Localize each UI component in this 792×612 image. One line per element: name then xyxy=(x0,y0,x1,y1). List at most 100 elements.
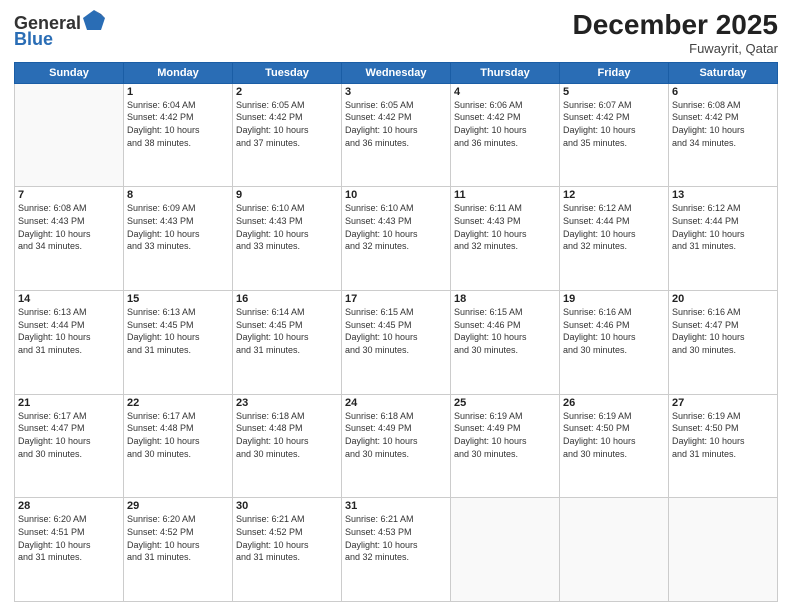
calendar-week-row: 1Sunrise: 6:04 AM Sunset: 4:42 PM Daylig… xyxy=(15,83,778,187)
calendar-table: SundayMondayTuesdayWednesdayThursdayFrid… xyxy=(14,62,778,602)
day-number: 8 xyxy=(127,189,229,201)
calendar-cell: 11Sunrise: 6:11 AM Sunset: 4:43 PM Dayli… xyxy=(451,187,560,291)
day-number: 31 xyxy=(345,500,447,512)
calendar-cell: 28Sunrise: 6:20 AM Sunset: 4:51 PM Dayli… xyxy=(15,498,124,602)
day-number: 28 xyxy=(18,500,120,512)
day-of-week-header: Saturday xyxy=(669,62,778,83)
day-number: 9 xyxy=(236,189,338,201)
calendar-cell: 24Sunrise: 6:18 AM Sunset: 4:49 PM Dayli… xyxy=(342,394,451,498)
day-info: Sunrise: 6:20 AM Sunset: 4:52 PM Dayligh… xyxy=(127,513,229,563)
calendar-cell: 8Sunrise: 6:09 AM Sunset: 4:43 PM Daylig… xyxy=(124,187,233,291)
day-info: Sunrise: 6:21 AM Sunset: 4:52 PM Dayligh… xyxy=(236,513,338,563)
day-of-week-header: Sunday xyxy=(15,62,124,83)
day-info: Sunrise: 6:15 AM Sunset: 4:46 PM Dayligh… xyxy=(454,306,556,356)
day-number: 4 xyxy=(454,86,556,98)
day-info: Sunrise: 6:16 AM Sunset: 4:47 PM Dayligh… xyxy=(672,306,774,356)
day-number: 2 xyxy=(236,86,338,98)
calendar-cell: 19Sunrise: 6:16 AM Sunset: 4:46 PM Dayli… xyxy=(560,291,669,395)
day-number: 19 xyxy=(563,293,665,305)
day-number: 1 xyxy=(127,86,229,98)
day-info: Sunrise: 6:11 AM Sunset: 4:43 PM Dayligh… xyxy=(454,202,556,252)
day-info: Sunrise: 6:08 AM Sunset: 4:42 PM Dayligh… xyxy=(672,99,774,149)
calendar-cell: 4Sunrise: 6:06 AM Sunset: 4:42 PM Daylig… xyxy=(451,83,560,187)
day-info: Sunrise: 6:21 AM Sunset: 4:53 PM Dayligh… xyxy=(345,513,447,563)
day-number: 7 xyxy=(18,189,120,201)
calendar-cell: 29Sunrise: 6:20 AM Sunset: 4:52 PM Dayli… xyxy=(124,498,233,602)
day-number: 16 xyxy=(236,293,338,305)
calendar-cell: 15Sunrise: 6:13 AM Sunset: 4:45 PM Dayli… xyxy=(124,291,233,395)
calendar-cell: 22Sunrise: 6:17 AM Sunset: 4:48 PM Dayli… xyxy=(124,394,233,498)
day-number: 10 xyxy=(345,189,447,201)
day-number: 23 xyxy=(236,397,338,409)
calendar-cell: 18Sunrise: 6:15 AM Sunset: 4:46 PM Dayli… xyxy=(451,291,560,395)
day-info: Sunrise: 6:07 AM Sunset: 4:42 PM Dayligh… xyxy=(563,99,665,149)
location: Fuwayrit, Qatar xyxy=(573,41,778,56)
day-info: Sunrise: 6:08 AM Sunset: 4:43 PM Dayligh… xyxy=(18,202,120,252)
calendar-header-row: SundayMondayTuesdayWednesdayThursdayFrid… xyxy=(15,62,778,83)
calendar-week-row: 21Sunrise: 6:17 AM Sunset: 4:47 PM Dayli… xyxy=(15,394,778,498)
day-number: 5 xyxy=(563,86,665,98)
day-number: 15 xyxy=(127,293,229,305)
day-info: Sunrise: 6:04 AM Sunset: 4:42 PM Dayligh… xyxy=(127,99,229,149)
calendar-cell: 12Sunrise: 6:12 AM Sunset: 4:44 PM Dayli… xyxy=(560,187,669,291)
day-info: Sunrise: 6:14 AM Sunset: 4:45 PM Dayligh… xyxy=(236,306,338,356)
day-info: Sunrise: 6:16 AM Sunset: 4:46 PM Dayligh… xyxy=(563,306,665,356)
day-number: 14 xyxy=(18,293,120,305)
logo: General Blue xyxy=(14,10,105,48)
day-of-week-header: Wednesday xyxy=(342,62,451,83)
day-number: 24 xyxy=(345,397,447,409)
day-number: 22 xyxy=(127,397,229,409)
day-number: 6 xyxy=(672,86,774,98)
day-info: Sunrise: 6:18 AM Sunset: 4:48 PM Dayligh… xyxy=(236,410,338,460)
day-number: 3 xyxy=(345,86,447,98)
day-number: 11 xyxy=(454,189,556,201)
page: General Blue December 2025 Fuwayrit, Qat… xyxy=(0,0,792,612)
calendar-cell: 13Sunrise: 6:12 AM Sunset: 4:44 PM Dayli… xyxy=(669,187,778,291)
logo-icon xyxy=(83,10,105,34)
calendar-cell: 10Sunrise: 6:10 AM Sunset: 4:43 PM Dayli… xyxy=(342,187,451,291)
title-section: December 2025 Fuwayrit, Qatar xyxy=(573,10,778,56)
day-number: 18 xyxy=(454,293,556,305)
day-info: Sunrise: 6:15 AM Sunset: 4:45 PM Dayligh… xyxy=(345,306,447,356)
calendar-cell: 27Sunrise: 6:19 AM Sunset: 4:50 PM Dayli… xyxy=(669,394,778,498)
calendar-cell xyxy=(451,498,560,602)
day-number: 13 xyxy=(672,189,774,201)
calendar-cell: 9Sunrise: 6:10 AM Sunset: 4:43 PM Daylig… xyxy=(233,187,342,291)
day-info: Sunrise: 6:06 AM Sunset: 4:42 PM Dayligh… xyxy=(454,99,556,149)
day-number: 27 xyxy=(672,397,774,409)
calendar-cell: 17Sunrise: 6:15 AM Sunset: 4:45 PM Dayli… xyxy=(342,291,451,395)
day-info: Sunrise: 6:09 AM Sunset: 4:43 PM Dayligh… xyxy=(127,202,229,252)
day-of-week-header: Monday xyxy=(124,62,233,83)
day-number: 29 xyxy=(127,500,229,512)
calendar-cell: 30Sunrise: 6:21 AM Sunset: 4:52 PM Dayli… xyxy=(233,498,342,602)
calendar-cell: 31Sunrise: 6:21 AM Sunset: 4:53 PM Dayli… xyxy=(342,498,451,602)
calendar-cell: 1Sunrise: 6:04 AM Sunset: 4:42 PM Daylig… xyxy=(124,83,233,187)
calendar-cell: 21Sunrise: 6:17 AM Sunset: 4:47 PM Dayli… xyxy=(15,394,124,498)
calendar-cell xyxy=(560,498,669,602)
calendar-week-row: 7Sunrise: 6:08 AM Sunset: 4:43 PM Daylig… xyxy=(15,187,778,291)
day-number: 26 xyxy=(563,397,665,409)
day-info: Sunrise: 6:05 AM Sunset: 4:42 PM Dayligh… xyxy=(236,99,338,149)
day-of-week-header: Tuesday xyxy=(233,62,342,83)
calendar-cell: 5Sunrise: 6:07 AM Sunset: 4:42 PM Daylig… xyxy=(560,83,669,187)
day-number: 30 xyxy=(236,500,338,512)
day-number: 17 xyxy=(345,293,447,305)
day-number: 12 xyxy=(563,189,665,201)
calendar-cell: 14Sunrise: 6:13 AM Sunset: 4:44 PM Dayli… xyxy=(15,291,124,395)
day-info: Sunrise: 6:19 AM Sunset: 4:50 PM Dayligh… xyxy=(672,410,774,460)
calendar-cell: 3Sunrise: 6:05 AM Sunset: 4:42 PM Daylig… xyxy=(342,83,451,187)
calendar-cell: 25Sunrise: 6:19 AM Sunset: 4:49 PM Dayli… xyxy=(451,394,560,498)
day-info: Sunrise: 6:10 AM Sunset: 4:43 PM Dayligh… xyxy=(345,202,447,252)
calendar-cell: 2Sunrise: 6:05 AM Sunset: 4:42 PM Daylig… xyxy=(233,83,342,187)
day-of-week-header: Thursday xyxy=(451,62,560,83)
day-info: Sunrise: 6:12 AM Sunset: 4:44 PM Dayligh… xyxy=(563,202,665,252)
day-info: Sunrise: 6:17 AM Sunset: 4:47 PM Dayligh… xyxy=(18,410,120,460)
calendar-cell: 7Sunrise: 6:08 AM Sunset: 4:43 PM Daylig… xyxy=(15,187,124,291)
calendar-cell: 16Sunrise: 6:14 AM Sunset: 4:45 PM Dayli… xyxy=(233,291,342,395)
logo-blue-text: Blue xyxy=(14,30,53,48)
day-info: Sunrise: 6:10 AM Sunset: 4:43 PM Dayligh… xyxy=(236,202,338,252)
day-info: Sunrise: 6:17 AM Sunset: 4:48 PM Dayligh… xyxy=(127,410,229,460)
calendar-cell: 20Sunrise: 6:16 AM Sunset: 4:47 PM Dayli… xyxy=(669,291,778,395)
day-info: Sunrise: 6:19 AM Sunset: 4:50 PM Dayligh… xyxy=(563,410,665,460)
day-number: 25 xyxy=(454,397,556,409)
